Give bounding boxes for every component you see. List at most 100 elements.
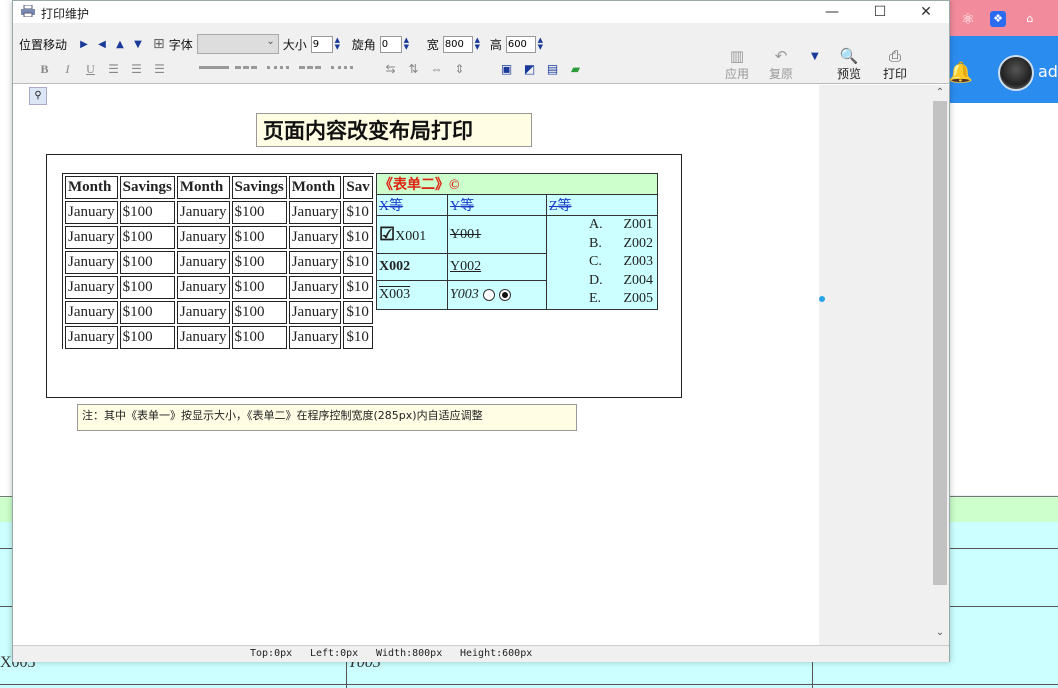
move-left-icon[interactable]: ◀: [95, 39, 109, 50]
undo-icon: ↶: [774, 47, 788, 65]
width-input[interactable]: [442, 35, 473, 53]
react-icon[interactable]: ⚛: [960, 11, 976, 27]
table-cell: $100: [231, 201, 287, 224]
grid-icon[interactable]: ⊞: [153, 36, 165, 52]
bell-icon[interactable]: 🔔: [948, 60, 973, 84]
avatar[interactable]: [998, 55, 1034, 91]
note-box[interactable]: 注：其中《表单一》按显示大小，《表单二》在程序控制宽度(285px)内自适应调整: [77, 404, 577, 431]
table2-x001: ☑X001: [376, 214, 448, 255]
line-dashdot-icon[interactable]: [299, 65, 321, 73]
table1-header: Month: [288, 176, 342, 199]
table-cell: $100: [119, 301, 175, 324]
table2[interactable]: 《表单二》© X等 Y等 Z等 ☑X001 Y001 A. Z001 B. Z002…: [376, 173, 658, 310]
radio-unchecked[interactable]: [482, 288, 495, 301]
line-dot-icon[interactable]: [267, 65, 289, 73]
same-width-icon[interactable]: ⇆: [379, 62, 402, 77]
table-row: January $100 January $100 January $10: [65, 276, 373, 299]
size-input[interactable]: [310, 35, 333, 53]
table-cell: $100: [119, 226, 175, 249]
design-canvas[interactable]: ⚲ 页面内容改变布局打印 Month Savings Month Savings…: [19, 85, 819, 645]
italic-button[interactable]: I: [56, 62, 79, 77]
align-center-icon[interactable]: ☰: [125, 62, 148, 77]
rotate-input[interactable]: [379, 35, 402, 53]
same-height-icon[interactable]: ⇅: [402, 62, 425, 77]
width-spinner-icon[interactable]: ▲ ▼: [473, 37, 482, 51]
table-cell: January: [288, 226, 342, 249]
preview-icon: 🔍: [839, 47, 859, 65]
table-row: January $100 January $100 January $10: [65, 201, 373, 224]
align-right-icon[interactable]: ☰: [148, 62, 171, 77]
app-icon[interactable]: ❖: [990, 11, 1006, 27]
table2-z-list: A. Z001 B. Z002 C. Z003 D. Z004 E. Z005: [546, 215, 658, 310]
preview-button[interactable]: 🔍 预览: [837, 47, 861, 82]
table1: Month Savings Month Savings Month Sav Ja…: [62, 173, 374, 349]
table1-wrap[interactable]: Month Savings Month Savings Month Sav Ja…: [62, 173, 374, 349]
table-cell: $100: [231, 301, 287, 324]
table-row: Month Savings Month Savings Month Sav: [65, 176, 373, 199]
background-header-strip: ⚛ ❖ ⌂: [948, 0, 1058, 36]
line-dash-icon[interactable]: [235, 65, 257, 73]
apply-label: 应用: [725, 67, 750, 81]
scroll-down-icon[interactable]: ⌄: [931, 627, 949, 638]
scroll-thumb[interactable]: [933, 101, 947, 585]
chart-tool-icon[interactable]: ◩: [518, 62, 541, 77]
table1-header: Savings: [231, 176, 287, 199]
pin-icon[interactable]: ⚲: [29, 87, 47, 105]
page-title[interactable]: 页面内容改变布局打印: [256, 113, 532, 147]
radio-checked[interactable]: [498, 288, 511, 301]
minimize-button[interactable]: —: [817, 3, 847, 21]
height-input[interactable]: [505, 35, 536, 53]
admin-name[interactable]: ad: [1038, 62, 1058, 81]
table-row: January $100 January $100 January $10: [65, 301, 373, 324]
maximize-button[interactable]: ☐: [865, 3, 895, 21]
line-dotted-icon[interactable]: [331, 65, 353, 73]
table-cell: January: [288, 201, 342, 224]
height-label: 高: [489, 37, 502, 52]
move-up-icon[interactable]: ▲: [113, 39, 127, 50]
table-cell: $10: [343, 326, 373, 349]
table2-x003: X003: [376, 280, 448, 310]
table-cell: January: [65, 251, 118, 274]
height-spinner-icon[interactable]: ▲ ▼: [536, 37, 545, 51]
bold-button[interactable]: B: [33, 62, 56, 77]
content-frame[interactable]: Month Savings Month Savings Month Sav Ja…: [46, 154, 682, 398]
table-cell: January: [288, 301, 342, 324]
close-button[interactable]: ✕: [911, 3, 941, 21]
toolbar: 位置移动 ▶ ◀ ▲ ▼ ⊞ 字体 ⌄ 大小 ▲▼ 旋角 ▲▼ 宽 ▲▼ 高 ▲…: [13, 23, 949, 84]
move-down-icon[interactable]: ▼: [131, 39, 145, 50]
size-label: 大小: [282, 37, 307, 52]
book-icon[interactable]: ▰: [564, 62, 587, 77]
status-top: Top:0px: [250, 648, 293, 659]
table2-header-z: Z等: [546, 194, 658, 216]
more-dropdown[interactable]: ▼: [811, 51, 819, 62]
scroll-up-icon[interactable]: ⌃: [931, 87, 949, 98]
h-space-icon[interactable]: ⇔: [425, 62, 448, 77]
move-right-icon[interactable]: ▶: [77, 39, 91, 50]
table-tool-icon[interactable]: ▤: [541, 62, 564, 77]
copy-icon[interactable]: ▣: [495, 62, 518, 77]
apply-button[interactable]: ▥ 应用: [725, 47, 749, 82]
v-space-icon[interactable]: ⇕: [448, 62, 471, 77]
size-spinner-icon[interactable]: ▲ ▼: [333, 37, 342, 51]
rotate-label: 旋角: [351, 37, 376, 52]
rotate-spinner-icon[interactable]: ▲ ▼: [402, 37, 411, 51]
table2-y002: Y002: [447, 253, 547, 282]
line-solid-icon[interactable]: [199, 65, 229, 73]
restore-button[interactable]: ↶ 复原: [769, 47, 793, 82]
table-cell: $10: [343, 251, 373, 274]
align-left-icon[interactable]: ☰: [102, 62, 125, 77]
checkbox-checked-icon[interactable]: ☑: [379, 224, 395, 244]
underline-button[interactable]: U: [79, 62, 102, 77]
table-cell: January: [176, 226, 230, 249]
table1-header: Month: [176, 176, 230, 199]
table-cell: January: [176, 201, 230, 224]
resize-handle[interactable]: [819, 296, 825, 302]
vertical-scrollbar[interactable]: ⌃ ⌄: [931, 85, 949, 645]
background-content: [948, 103, 1058, 495]
font-select[interactable]: ⌄: [196, 34, 279, 54]
print-button[interactable]: ⎙ 打印: [883, 47, 907, 82]
chart-icon[interactable]: ⌂: [1022, 11, 1038, 27]
table-cell: January: [288, 251, 342, 274]
dialog-titlebar[interactable]: 打印维护 — ☐ ✕: [13, 1, 949, 23]
list-item: C. Z003: [589, 254, 653, 269]
